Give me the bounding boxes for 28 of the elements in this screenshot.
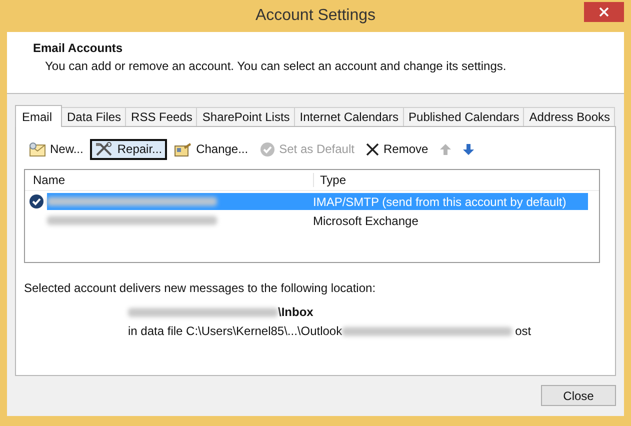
- file-extension: ost: [515, 324, 532, 338]
- section-title: Email Accounts: [33, 41, 124, 55]
- delivery-label: Selected account delivers new messages to the following location:: [24, 281, 377, 295]
- toolbar-button[interactable]: Remove: [361, 139, 434, 159]
- down-arrow-icon: [463, 144, 474, 154]
- x-icon: [366, 142, 380, 156]
- account-type: Microsoft Exchange: [313, 214, 418, 228]
- section-description: You can add or remove an account. You can select an account and change its settings.: [45, 59, 508, 73]
- tab[interactable]: Email: [15, 105, 62, 127]
- tab[interactable]: Address Books: [523, 107, 615, 126]
- toolbar-button[interactable]: New...: [24, 138, 88, 160]
- column-header[interactable]: Type: [314, 173, 346, 187]
- folder-path: \Inbox: [278, 305, 314, 319]
- toolbar-button[interactable]: Change...: [169, 138, 254, 160]
- close-icon: [599, 7, 609, 17]
- window-title: Account Settings: [255, 7, 376, 25]
- up-arrow-icon: [440, 144, 452, 154]
- data-file-path: in data file C:\Users\Kernel85\...\Outlook: [128, 324, 342, 338]
- check-icon: [260, 142, 276, 156]
- envelope-icon: [29, 142, 46, 156]
- account-type: IMAP/SMTP (send from this account by default): [313, 194, 566, 208]
- close-button[interactable]: [584, 2, 624, 22]
- close-button[interactable]: Close: [541, 385, 616, 406]
- tools-icon: [95, 142, 114, 156]
- toolbar-button[interactable]: Repair...: [90, 138, 168, 160]
- account-row[interactable]: Microsoft Exchange: [47, 212, 588, 229]
- column-header[interactable]: Name: [25, 173, 314, 187]
- card-icon: [174, 142, 192, 156]
